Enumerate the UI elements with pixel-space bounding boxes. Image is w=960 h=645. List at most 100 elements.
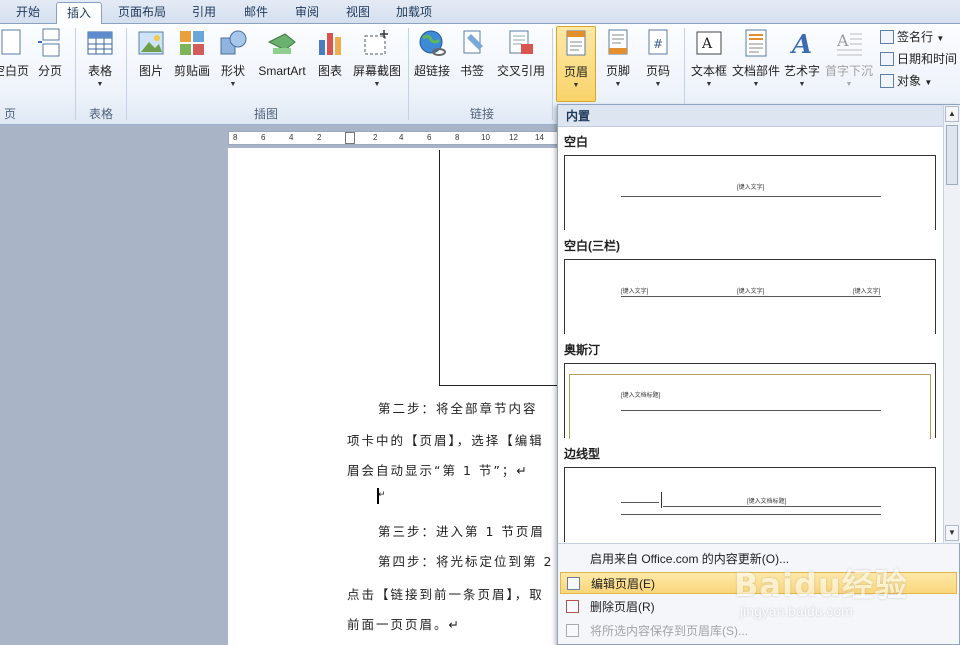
group-separator bbox=[75, 28, 76, 120]
object-icon bbox=[880, 74, 894, 88]
austin-border bbox=[569, 374, 931, 439]
doc-line[interactable]: 第二步：将全部章节内容 bbox=[378, 398, 538, 417]
gallery-item-blank-three-column[interactable]: [键入文字] [键入文字] [键入文字] bbox=[564, 259, 936, 334]
dropdown-arrow-icon: ▼ bbox=[373, 81, 381, 88]
dropdown-arrow-icon: ▼ bbox=[96, 81, 104, 88]
dropdown-arrow-icon: ▼ bbox=[936, 34, 945, 43]
picture-button[interactable]: 图片 bbox=[134, 28, 168, 100]
screenshot-button[interactable]: 屏幕截图 ▼ bbox=[350, 28, 404, 100]
page-number-icon: # bbox=[643, 28, 673, 58]
shapes-button[interactable]: 形状 ▼ bbox=[217, 28, 249, 100]
calendar-icon bbox=[880, 52, 894, 66]
tab-mailings[interactable]: 邮件 bbox=[234, 2, 278, 24]
tab-page-layout[interactable]: 页面布局 bbox=[108, 2, 176, 24]
page-break-icon bbox=[35, 28, 65, 58]
crossref-icon bbox=[506, 28, 536, 58]
quickparts-button[interactable]: 文档部件 ▼ bbox=[732, 28, 780, 100]
tab-insert[interactable]: 插入 bbox=[56, 2, 103, 25]
tab-references[interactable]: 引用 bbox=[182, 2, 226, 24]
screenshot-icon bbox=[362, 28, 392, 58]
text-cursor bbox=[377, 488, 379, 504]
date-time-button[interactable]: 日期和时间 bbox=[880, 50, 957, 68]
remove-header-icon bbox=[566, 600, 579, 613]
gallery-section-header: 内置 bbox=[558, 105, 943, 127]
watermark-brand: Baidu经验 bbox=[734, 566, 908, 604]
gallery-item-blank[interactable]: [键入文字] bbox=[564, 155, 936, 230]
scroll-down-icon[interactable]: ▼ bbox=[945, 525, 959, 541]
picture-icon bbox=[136, 28, 166, 58]
gallery-item-title: 空白(三栏) bbox=[564, 239, 620, 253]
page-break-button[interactable]: 分页 bbox=[34, 28, 66, 100]
table-button[interactable]: 表格 ▼ bbox=[82, 28, 118, 100]
bookmark-button[interactable]: 书签 bbox=[456, 28, 488, 100]
header-rule bbox=[621, 502, 659, 503]
smartart-icon bbox=[267, 28, 297, 58]
dropdown-arrow-icon: ▼ bbox=[705, 81, 713, 88]
edit-header-icon bbox=[567, 577, 580, 590]
watermark-url: jingyan.baidu.com bbox=[740, 603, 853, 619]
smartart-button[interactable]: SmartArt bbox=[254, 28, 310, 100]
tab-home[interactable]: 开始 bbox=[6, 2, 50, 24]
dropdown-arrow-icon: ▼ bbox=[845, 81, 853, 88]
shapes-icon bbox=[218, 28, 248, 58]
blank-page-button[interactable]: 空白页 bbox=[0, 28, 30, 100]
scroll-thumb[interactable] bbox=[946, 125, 958, 185]
doc-line[interactable]: 第四步：将光标定位到第 2 bbox=[378, 551, 553, 570]
save-gallery-icon bbox=[566, 624, 579, 637]
header-rule bbox=[621, 514, 881, 515]
doc-line[interactable]: 前面一页页眉。↵ bbox=[347, 614, 461, 633]
sideline-mark bbox=[661, 492, 662, 508]
page-number-button[interactable]: # 页码 ▼ bbox=[640, 28, 676, 100]
group-label-illustrations: 插图 bbox=[253, 107, 278, 121]
indent-marker[interactable] bbox=[345, 132, 355, 144]
doc-line[interactable]: 项卡中的【页眉】，选择【编辑 bbox=[347, 430, 544, 449]
tab-view[interactable]: 视图 bbox=[336, 2, 380, 24]
dropcap-icon: A bbox=[834, 28, 864, 58]
globe-link-icon bbox=[417, 28, 447, 58]
tab-review[interactable]: 审阅 bbox=[285, 2, 329, 24]
footer-button[interactable]: 页脚 ▼ bbox=[600, 28, 636, 100]
gallery-item-austin[interactable]: [键入文档标题] bbox=[564, 363, 936, 439]
doc-line[interactable]: 第三步：进入第 1 节页眉 bbox=[378, 521, 545, 540]
group-label-tables: 表格 bbox=[88, 107, 113, 121]
wordart-button[interactable]: A 艺术字 ▼ bbox=[782, 28, 822, 100]
wordart-icon: A bbox=[787, 28, 817, 60]
doc-line[interactable]: 眉会自动显示“第 1 节”；↵ bbox=[347, 460, 529, 479]
gallery-item-title: 边线型 bbox=[564, 447, 601, 461]
gallery-item-sideline[interactable]: [键入文档标题] bbox=[564, 467, 936, 542]
group-separator bbox=[552, 28, 553, 120]
crossref-button[interactable]: 交叉引用 bbox=[494, 28, 548, 100]
header-button[interactable]: 页眉 ▼ bbox=[556, 26, 596, 102]
clipart-icon bbox=[177, 28, 207, 58]
group-separator bbox=[408, 28, 409, 120]
header-rule bbox=[663, 506, 881, 507]
group-label-pages: 页 bbox=[3, 107, 16, 121]
ribbon-tab-bar: 开始 插入 页面布局 引用 邮件 审阅 视图 加载项 bbox=[0, 0, 960, 25]
chart-button[interactable]: 图表 bbox=[314, 28, 346, 100]
gallery-item-title: 奥斯汀 bbox=[564, 343, 601, 357]
dropcap-button[interactable]: A 首字下沉 ▼ bbox=[824, 28, 874, 100]
horizontal-ruler[interactable]: 8 6 4 2 2 4 6 8 10 12 14 bbox=[228, 131, 558, 145]
baidu-watermark: Baidu经验 jingyan.baidu.com bbox=[720, 548, 960, 628]
svg-text:A: A bbox=[701, 36, 713, 52]
hyperlink-button[interactable]: 超链接 bbox=[412, 28, 452, 100]
doc-line[interactable]: 点击【链接到前一条页眉】，取 bbox=[347, 584, 544, 603]
textbox-button[interactable]: A 文本框 ▼ bbox=[688, 28, 730, 100]
tab-addins[interactable]: 加载项 bbox=[386, 2, 442, 24]
chart-icon bbox=[315, 28, 345, 58]
header-icon bbox=[561, 29, 591, 59]
quickparts-icon bbox=[741, 28, 771, 58]
object-button[interactable]: 对象 ▼ bbox=[880, 72, 932, 90]
clipart-button[interactable]: 剪贴画 bbox=[172, 28, 212, 100]
svg-text:A: A bbox=[789, 30, 812, 58]
textbox-icon: A bbox=[694, 28, 724, 58]
signature-line-button[interactable]: 签名行 ▼ bbox=[880, 28, 944, 46]
scroll-up-icon[interactable]: ▲ bbox=[945, 106, 959, 122]
dropdown-arrow-icon: ▼ bbox=[654, 81, 662, 88]
group-label-links: 链接 bbox=[469, 107, 494, 121]
blank-page-icon bbox=[0, 28, 26, 58]
bookmark-icon bbox=[457, 28, 487, 58]
page-image-frame bbox=[439, 150, 561, 386]
gallery-scrollbar[interactable]: ▲ ▼ bbox=[943, 105, 960, 543]
doc-line[interactable]: ↵ bbox=[378, 490, 388, 500]
